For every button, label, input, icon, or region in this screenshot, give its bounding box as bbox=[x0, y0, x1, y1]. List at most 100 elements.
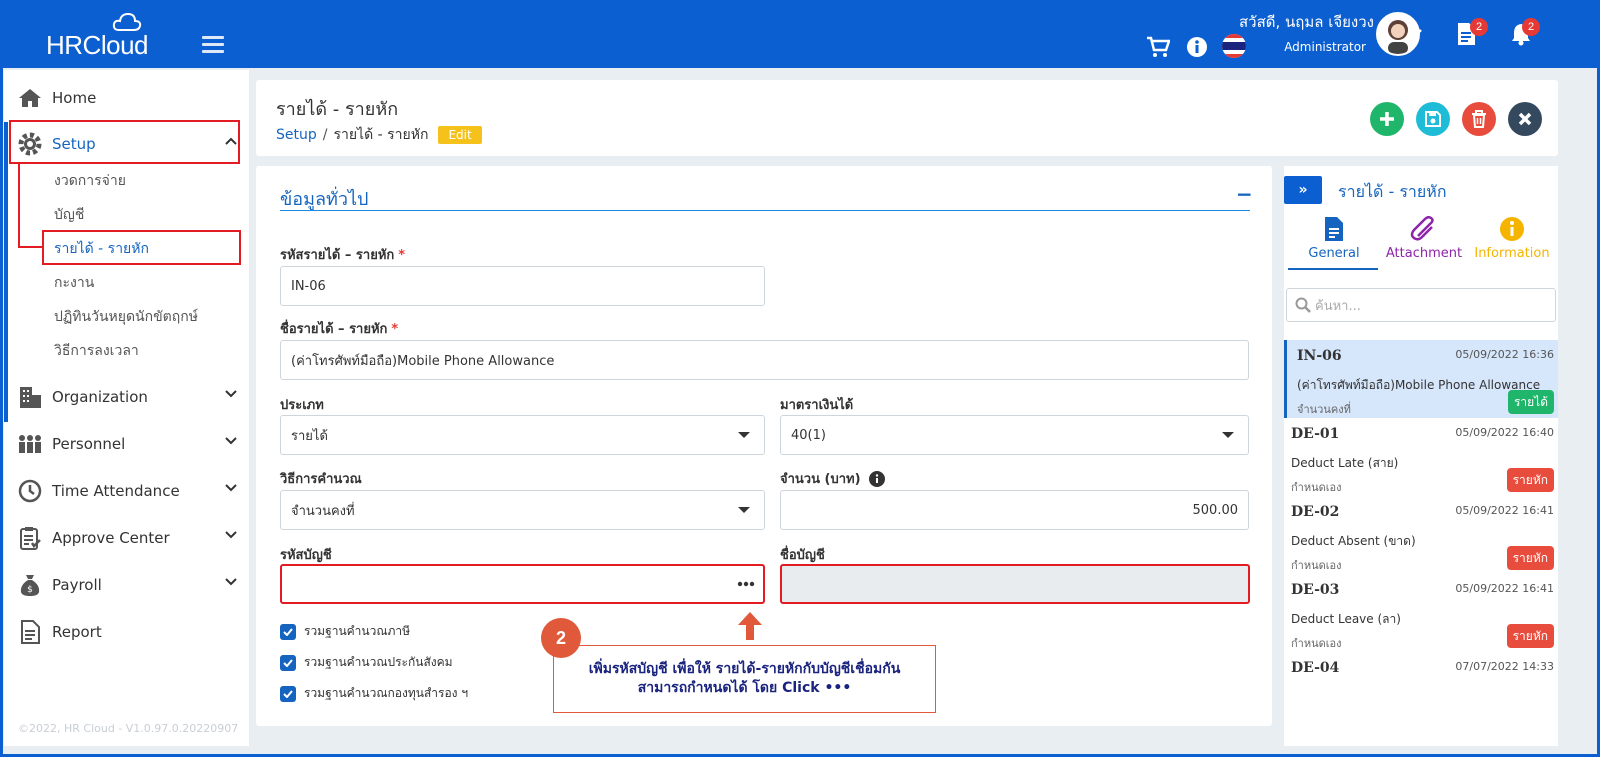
calc-method-select[interactable]: จำนวนคงที่ bbox=[280, 490, 765, 530]
report-icon bbox=[21, 620, 40, 644]
breadcrumb-separator: / bbox=[322, 127, 328, 143]
amount-input[interactable]: 500.00 bbox=[780, 490, 1249, 530]
sidebar-item-organization[interactable]: Organization bbox=[4, 377, 249, 417]
user-role: Administrator bbox=[1284, 40, 1366, 54]
tab-label: Information bbox=[1474, 246, 1550, 261]
sidebar-subitem-holidays[interactable]: ปฏิทินวันหยุดนักขัตฤกษ์ bbox=[54, 306, 198, 328]
collapse-button[interactable]: − bbox=[1236, 182, 1253, 206]
name-label: ชื่อรายได้ – รายหัก * bbox=[280, 322, 399, 337]
sidebar-item-personnel[interactable]: Personnel bbox=[4, 424, 249, 464]
annotation-line-2: สามารถกำหนดได้ โดย Click ••• bbox=[637, 680, 852, 696]
home-icon bbox=[19, 89, 41, 107]
general-info-card: ข้อมูลทั่วไป − รหัสรายได้ – รายหัก * IN-0… bbox=[256, 166, 1272, 726]
tab-general[interactable]: General bbox=[1292, 216, 1376, 261]
tab-attachment[interactable]: Attachment bbox=[1382, 216, 1466, 261]
cloud-icon bbox=[112, 12, 142, 31]
close-icon bbox=[1518, 112, 1532, 126]
item-date: 05/09/2022 16:40 bbox=[1455, 426, 1554, 439]
user-greeting: สวัสดี, นฤมล เจียงวง bbox=[1239, 13, 1374, 31]
highlight-connector-h bbox=[18, 246, 42, 248]
breadcrumb-current: รายได้ - รายหัก bbox=[333, 127, 429, 143]
list-item[interactable]: IN-06 05/09/2022 16:36 (ค่าโทรศัพท์มือถื… bbox=[1284, 340, 1558, 418]
search-input[interactable]: ค้นหา... bbox=[1286, 288, 1556, 322]
chevron-down-icon[interactable] bbox=[1408, 28, 1422, 38]
sidebar-item-label: Report bbox=[52, 623, 102, 641]
checkmark-icon bbox=[283, 627, 293, 636]
social-security-base-checkbox[interactable]: รวมฐานคำนวณประกันสังคม bbox=[280, 653, 453, 672]
paperclip-icon bbox=[1410, 216, 1434, 241]
ellipsis-icon[interactable] bbox=[737, 581, 755, 587]
item-code: IN-06 bbox=[1297, 348, 1342, 364]
search-placeholder: ค้นหา... bbox=[1315, 298, 1361, 314]
sidebar-item-approve-center[interactable]: Approve Center bbox=[4, 518, 249, 558]
sidebar-subitem-shifts[interactable]: กะงาน bbox=[54, 272, 94, 294]
name-input[interactable]: (ค่าโทรศัพท์มือถือ)Mobile Phone Allowanc… bbox=[280, 340, 1249, 380]
account-code-label: รหัสบัญชี bbox=[280, 548, 332, 563]
item-name: (ค่าโทรศัพท์มือถือ)Mobile Phone Allowanc… bbox=[1297, 378, 1541, 392]
list-item[interactable]: DE-03 05/09/2022 16:41 Deduct Leave (ลา)… bbox=[1284, 574, 1558, 652]
chevron-down-icon bbox=[225, 578, 237, 586]
thai-flag-icon[interactable] bbox=[1222, 34, 1246, 58]
sidebar-item-payroll[interactable]: $ Payroll bbox=[4, 565, 249, 605]
list-item[interactable]: DE-04 07/07/2022 14:33 bbox=[1284, 652, 1558, 692]
tab-information[interactable]: Information bbox=[1470, 216, 1554, 261]
item-code: DE-03 bbox=[1291, 582, 1340, 598]
caret-down-icon bbox=[1222, 432, 1234, 438]
item-date: 05/09/2022 16:36 bbox=[1455, 348, 1554, 361]
section-title: ข้อมูลทั่วไป bbox=[280, 189, 369, 210]
type-select[interactable]: รายได้ bbox=[280, 415, 765, 455]
type-select-value: รายได้ bbox=[291, 428, 328, 444]
code-input[interactable]: IN-06 bbox=[280, 266, 765, 306]
checkmark-icon bbox=[283, 658, 293, 667]
sidebar-subitem-time-methods[interactable]: วิธีการลงเวลา bbox=[54, 340, 139, 362]
checkbox-label: รวมฐานคำนวณภาษี bbox=[304, 624, 411, 638]
item-name: Deduct Late (สาย) bbox=[1291, 456, 1399, 470]
breadcrumb-setup-link[interactable]: Setup bbox=[276, 127, 317, 143]
floppy-disk-icon bbox=[1425, 111, 1441, 127]
info-circle-icon bbox=[1500, 217, 1524, 241]
delete-button[interactable] bbox=[1462, 102, 1496, 136]
breadcrumb: Setup / รายได้ - รายหัก Edit bbox=[276, 124, 482, 146]
save-button[interactable] bbox=[1416, 102, 1450, 136]
list-item[interactable]: DE-01 05/09/2022 16:40 Deduct Late (สาย)… bbox=[1284, 418, 1558, 496]
money-bag-icon: $ bbox=[20, 575, 40, 596]
annotation-callout: เพิ่มรหัสบัญชี เพื่อให้ รายได้-รายหักกับ… bbox=[553, 645, 936, 713]
menu-toggle-icon[interactable] bbox=[202, 36, 224, 54]
info-icon[interactable] bbox=[868, 470, 885, 487]
provident-fund-base-checkbox[interactable]: รวมฐานคำนวณกองทุนสำรอง ฯ bbox=[280, 684, 468, 703]
account-code-input[interactable] bbox=[280, 564, 765, 604]
copyright-text: ©2022, HR Cloud - V1.0.97.0.20220907 bbox=[18, 722, 239, 735]
sidebar-item-label: Payroll bbox=[52, 576, 102, 594]
tab-label: Attachment bbox=[1385, 246, 1463, 261]
item-code: DE-04 bbox=[1291, 660, 1340, 676]
page-title: รายได้ - รายหัก bbox=[276, 99, 399, 120]
document-badge: 2 bbox=[1470, 18, 1488, 36]
right-panel: » รายได้ - รายหัก General Attachment Inf… bbox=[1284, 166, 1558, 746]
page-header: รายได้ - รายหัก Setup / รายได้ - รายหัก … bbox=[256, 80, 1558, 156]
arrow-up-icon bbox=[738, 612, 762, 640]
list-item[interactable]: DE-02 05/09/2022 16:41 Deduct Absent (ขา… bbox=[1284, 496, 1558, 574]
sidebar-item-label: Home bbox=[52, 89, 97, 107]
sidebar-subitem-accounts[interactable]: บัญชี bbox=[54, 204, 84, 226]
top-bar: HRCloud สวัสดี, นฤมล เจียงวง Administrat… bbox=[0, 0, 1600, 68]
tax-base-checkbox[interactable]: รวมฐานคำนวณภาษี bbox=[280, 622, 410, 641]
sidebar-item-time-attendance[interactable]: Time Attendance bbox=[4, 471, 249, 511]
sidebar-item-report[interactable]: Report bbox=[4, 612, 249, 652]
add-button[interactable] bbox=[1370, 102, 1404, 136]
double-chevron-right-icon[interactable]: » bbox=[1284, 176, 1322, 204]
sidebar-item-home[interactable]: Home bbox=[4, 78, 249, 118]
deduct-tag: รายหัก bbox=[1506, 546, 1554, 570]
info-icon[interactable] bbox=[1186, 36, 1208, 58]
item-date: 05/09/2022 16:41 bbox=[1455, 582, 1554, 595]
cart-icon[interactable] bbox=[1146, 36, 1170, 58]
sidebar-item-label: Time Attendance bbox=[52, 482, 180, 500]
section-divider bbox=[280, 210, 1250, 211]
trash-icon bbox=[1472, 110, 1486, 128]
sidebar: Home Setup งวดการจ่าย บัญชี รายได้ - ราย… bbox=[4, 70, 249, 746]
sidebar-subitem-pay-period[interactable]: งวดการจ่าย bbox=[54, 170, 126, 192]
deduct-tag: รายหัก bbox=[1506, 468, 1554, 492]
close-button[interactable] bbox=[1508, 102, 1542, 136]
chevron-down-icon bbox=[225, 531, 237, 539]
income-section-select[interactable]: 40(1) bbox=[780, 415, 1249, 455]
app-logo[interactable]: HRCloud bbox=[46, 12, 166, 60]
